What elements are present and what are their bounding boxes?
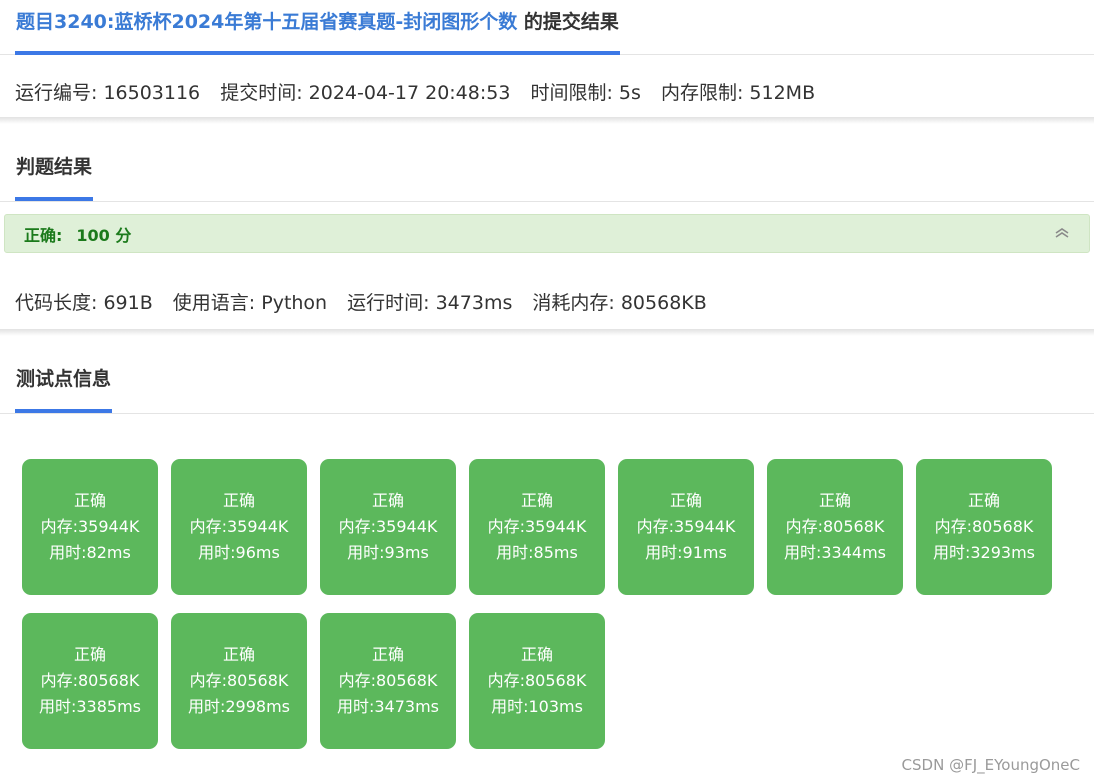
test-case-time: 用时:96ms [198,543,280,562]
test-case-time: 用时:82ms [49,543,131,562]
test-case-status: 正确 [73,645,106,664]
test-case-tile[interactable]: 正确内存:35944K 用时:85ms [469,459,605,595]
section-divider [0,329,1094,336]
submission-result-page: 题目3240:蓝桥杯2024年第十五届省赛真题-封闭图形个数 的提交结果 运行编… [0,0,1094,783]
test-case-time: 用时:3344ms [783,543,887,562]
test-case-status: 正确 [967,491,1000,510]
test-case-status: 正确 [818,491,851,510]
test-case-tile[interactable]: 正确内存:80568K 用时:3344ms [767,459,903,595]
test-case-time: 用时:103ms [491,697,583,716]
time-limit: 时间限制: 5s [530,82,641,104]
memory-used: 消耗内存: 80568KB [532,292,707,314]
test-points-title: 测试点信息 [15,364,113,413]
page-title: 题目3240:蓝桥杯2024年第十五届省赛真题-封闭图形个数 的提交结果 [15,8,620,55]
test-case-time: 用时:2998ms [187,697,291,716]
result-score: 100 分 [76,225,132,245]
test-case-memory: 内存:80568K [338,671,438,690]
test-case-tile[interactable]: 正确内存:35944K 用时:96ms [171,459,307,595]
test-case-memory: 内存:80568K [487,671,587,690]
test-case-status: 正确 [371,491,404,510]
problem-title-link[interactable]: 题目3240:蓝桥杯2024年第十五届省赛真题-封闭图形个数 [16,11,517,33]
result-status-bar[interactable]: 正确: 100 分 [4,214,1090,253]
test-case-memory: 内存:80568K [934,517,1034,536]
test-case-memory: 内存:35944K [487,517,587,536]
test-case-time: 用时:3293ms [932,543,1036,562]
test-case-memory: 内存:80568K [189,671,289,690]
test-case-tile[interactable]: 正确内存:35944K 用时:91ms [618,459,754,595]
double-chevron-up-icon[interactable] [1053,226,1071,240]
run-stats-row: 代码长度: 691B 使用语言: Python 运行时间: 3473ms 消耗内… [0,253,1094,329]
memory-limit: 内存限制: 512MB [660,82,816,104]
test-case-time: 用时:93ms [347,543,429,562]
code-length: 代码长度: 691B [15,292,153,314]
run-time: 运行时间: 3473ms [347,292,513,314]
title-header: 题目3240:蓝桥杯2024年第十五届省赛真题-封闭图形个数 的提交结果 [0,0,1094,55]
test-case-status: 正确 [222,645,255,664]
watermark: CSDN @FJ_EYoungOneC [901,756,1080,774]
test-case-status: 正确 [520,491,553,510]
test-case-time: 用时:85ms [496,543,578,562]
test-case-memory: 内存:80568K [40,671,140,690]
test-case-memory: 内存:35944K [636,517,736,536]
test-points-header: 测试点信息 [0,346,1094,414]
test-case-grid: 正确 内存:35944K 用时:82ms 正确 内存:35944K 用时:96ms 正确 内存… [22,459,1062,749]
test-case-tile[interactable]: 正确内存:80568K 用时:103ms [469,613,605,749]
language: 使用语言: Python [172,292,328,314]
test-case-tile[interactable]: 正确内存:80568K 用时:3293ms [916,459,1052,595]
test-case-time: 用时:3473ms [336,697,440,716]
submit-time: 提交时间: 2024-04-17 20:48:53 [220,82,511,104]
test-case-status: 正确 [371,645,404,664]
test-case-memory: 内存:80568K [785,517,885,536]
title-suffix: 的提交结果 [517,11,619,33]
section-divider [0,117,1094,124]
test-case-tile[interactable]: 正确内存:80568K 用时:3385ms [22,613,158,749]
test-case-status: 正确 [222,491,255,510]
judge-result-title: 判题结果 [15,152,94,201]
test-case-status: 正确 [73,491,106,510]
test-case-tile[interactable]: 正确内存:80568K 用时:2998ms [171,613,307,749]
test-case-status: 正确 [669,491,702,510]
test-case-time: 用时:3385ms [38,697,142,716]
test-case-memory: 内存:35944K [189,517,289,536]
test-case-tile[interactable]: 正确内存:35944K 用时:82ms [22,459,158,595]
judge-result-header: 判题结果 [0,134,1094,202]
test-case-memory: 内存:35944K [40,517,140,536]
test-case-memory: 内存:35944K [338,517,438,536]
test-case-time: 用时:91ms [645,543,727,562]
test-case-tile[interactable]: 正确内存:35944K 用时:93ms [320,459,456,595]
test-case-tile[interactable]: 正确内存:80568K 用时:3473ms [320,613,456,749]
run-id: 运行编号: 16503116 [15,82,201,104]
submission-info-row: 运行编号: 16503116 提交时间: 2024-04-17 20:48:53… [0,55,1094,117]
test-case-status: 正确 [520,645,553,664]
result-status: 正确: [24,225,63,245]
